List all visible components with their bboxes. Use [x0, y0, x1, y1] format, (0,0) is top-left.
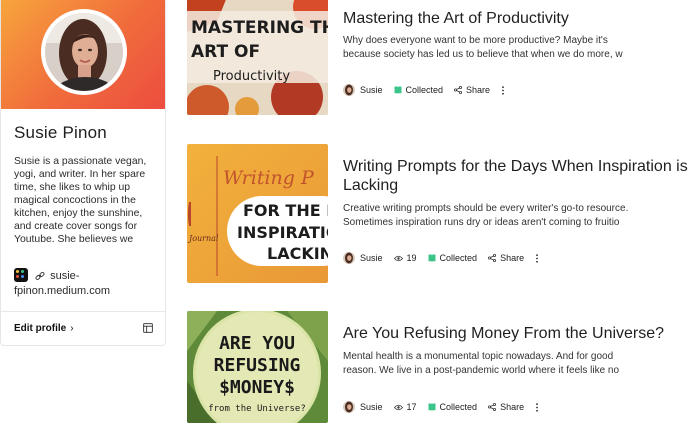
collected-label: Collected [405, 85, 444, 95]
excerpt-line: Mental health is a monumental topic nowa… [343, 351, 614, 362]
share-button[interactable]: Share [454, 85, 490, 95]
author-avatar[interactable] [343, 252, 355, 264]
link-icon [35, 271, 45, 280]
thumb-text-3: INSPIRATIO [237, 223, 328, 242]
thumb-text-1: Writing P [223, 167, 315, 189]
edit-profile-label: Edit profile [14, 323, 67, 334]
bookmark-icon [428, 254, 436, 262]
collected-button[interactable]: Collected [394, 85, 444, 95]
profile-link[interactable]: susie- fpinon.medium.com [14, 268, 154, 299]
article-meta: Susie 19 Collected Share [343, 251, 539, 265]
profile-bio: Susie is a passionate vegan, yogi, and w… [14, 156, 147, 245]
profile-avatar-frame [41, 9, 127, 95]
share-label: Share [500, 402, 525, 412]
thumb-text-1: MASTERING THE [191, 18, 328, 38]
views-count: 19 [393, 253, 417, 263]
excerpt-line: Why does everyone want to be more produc… [343, 35, 608, 46]
eye-icon [393, 404, 403, 410]
excerpt-line: Sometimes inspiration runs dry or ideas … [343, 217, 620, 228]
thumb-text-5: Journal [187, 234, 219, 243]
author-name[interactable]: Susie [360, 85, 383, 95]
thumb-text-2: REFUSING [214, 355, 301, 376]
bookmark-icon [394, 86, 402, 94]
article-title[interactable]: Mastering the Art of Productivity [343, 9, 699, 28]
more-vertical-icon[interactable] [501, 85, 505, 95]
views-value: 17 [406, 402, 417, 412]
thumb-text-3: Productivity [213, 69, 290, 84]
profile-link-text-1[interactable]: susie- [50, 270, 79, 282]
collected-button[interactable]: Collected [428, 402, 478, 412]
medium-logo-icon [14, 268, 28, 282]
more-vertical-icon[interactable] [535, 253, 539, 263]
article-meta: Susie Collected Share [343, 83, 505, 97]
profile-name: Susie Pinon [14, 123, 107, 142]
views-count: 17 [393, 402, 417, 412]
article-meta: Susie 17 Collected Share [343, 400, 539, 414]
article-thumbnail[interactable]: Writing P Journal FOR THE D INSPIRATIO L… [187, 144, 328, 283]
share-label: Share [500, 253, 525, 263]
article-excerpt: Why does everyone want to be more produc… [343, 34, 663, 62]
layout-icon[interactable] [143, 323, 153, 333]
more-vertical-icon[interactable] [535, 402, 539, 412]
views-value: 19 [406, 253, 417, 263]
article-thumbnail[interactable]: ARE YOU REFUSING $MONEY$ from the Univer… [187, 311, 328, 423]
collected-label: Collected [439, 402, 478, 412]
share-button[interactable]: Share [488, 253, 524, 263]
thumb-text-3: $MONEY$ [219, 377, 295, 398]
thumb-text-2: ART OF [191, 42, 260, 62]
share-icon [454, 86, 463, 94]
thumb-text-2: FOR THE D [243, 201, 328, 220]
article-title[interactable]: Writing Prompts for the Days When Inspir… [343, 157, 699, 195]
eye-icon [393, 255, 403, 261]
profile-card: Susie Pinon Susie is a passionate vegan,… [0, 0, 166, 346]
author-name[interactable]: Susie [360, 402, 383, 412]
excerpt-line: because society has led us to believe th… [343, 49, 623, 60]
excerpt-line: Creative writing prompts should be every… [343, 203, 629, 214]
profile-divider [1, 311, 165, 312]
thumb-text-1: ARE YOU [219, 333, 295, 354]
article-title[interactable]: Are You Refusing Money From the Universe… [343, 324, 699, 343]
thumb-text-4: from the Universe? [208, 404, 306, 414]
profile-link-text-2[interactable]: fpinon.medium.com [14, 285, 110, 297]
author-avatar[interactable] [343, 401, 355, 413]
author-name[interactable]: Susie [360, 253, 383, 263]
thumb-text-4: LACKIN [267, 244, 328, 263]
profile-avatar[interactable] [45, 13, 123, 91]
share-label: Share [466, 85, 491, 95]
article-excerpt: Creative writing prompts should be every… [343, 202, 663, 230]
collected-button[interactable]: Collected [428, 253, 478, 263]
author-avatar[interactable] [343, 84, 355, 96]
collected-label: Collected [439, 253, 478, 263]
article-thumbnail[interactable]: MASTERING THE ART OF Productivity [187, 0, 328, 115]
share-icon [488, 254, 497, 262]
chevron-right-icon: › [70, 323, 74, 334]
edit-profile-button[interactable]: Edit profile › [14, 323, 74, 334]
excerpt-line: reason. We live in a post-pandemic world… [343, 365, 620, 376]
share-icon [488, 403, 497, 411]
article-excerpt: Mental health is a monumental topic nowa… [343, 350, 663, 378]
share-button[interactable]: Share [488, 402, 524, 412]
bookmark-icon [428, 403, 436, 411]
